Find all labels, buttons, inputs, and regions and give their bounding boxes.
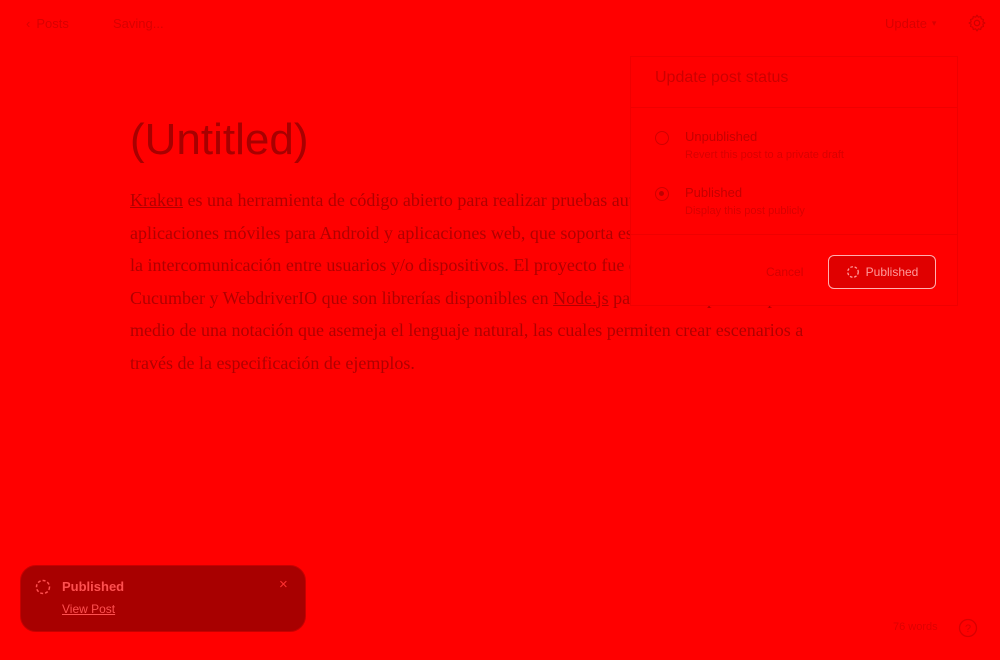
back-label: Posts: [36, 16, 69, 31]
divider: [631, 107, 957, 108]
published-button-label: Published: [865, 265, 919, 279]
gear-icon[interactable]: [967, 13, 987, 33]
nodejs-link[interactable]: Node.js: [553, 288, 609, 308]
editor-topbar: ‹ Posts Saving... Update ▾: [0, 0, 1000, 48]
published-button[interactable]: Published: [828, 255, 936, 289]
svg-text:?: ?: [965, 623, 971, 635]
option-label: Published: [685, 185, 743, 200]
chevron-left-icon: ‹: [26, 16, 31, 31]
help-icon[interactable]: ?: [958, 618, 978, 638]
option-description: Display this post publicly: [685, 205, 805, 217]
toast-title: Published: [62, 579, 125, 594]
option-label: Unpublished: [685, 129, 758, 144]
spinner-icon: [35, 579, 51, 595]
update-label: Update: [885, 16, 927, 31]
status-options: Unpublished Revert this post to a privat…: [631, 109, 957, 235]
view-post-link[interactable]: View Post: [62, 602, 115, 616]
save-status: Saving...: [113, 16, 164, 31]
popover-title: Update post status: [655, 69, 789, 86]
chevron-down-icon: ▾: [931, 18, 937, 28]
update-dropdown-button[interactable]: Update ▾: [885, 16, 936, 31]
close-icon[interactable]: ×: [279, 576, 288, 593]
notification-toast: Published View Post ×: [20, 565, 306, 632]
update-status-popover: Update post status Unpublished Revert th…: [630, 56, 958, 306]
word-count: 76 words: [893, 621, 938, 633]
spinner-icon: [846, 266, 859, 278]
published-radio[interactable]: [655, 187, 669, 201]
cancel-button[interactable]: Cancel: [766, 265, 803, 279]
kraken-link[interactable]: Kraken: [130, 190, 183, 210]
back-to-posts-link[interactable]: ‹ Posts: [26, 16, 69, 31]
option-description: Revert this post to a private draft: [685, 149, 844, 161]
unpublished-radio[interactable]: [655, 131, 669, 145]
